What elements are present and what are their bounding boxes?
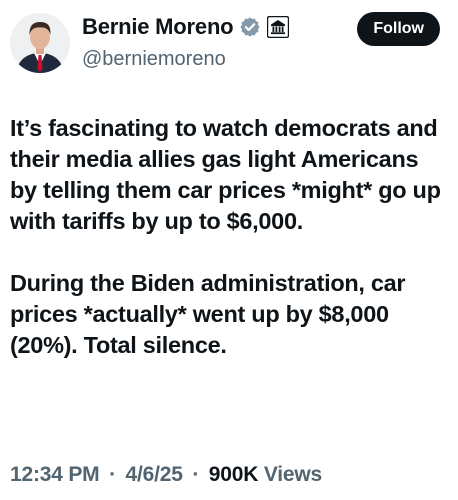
avatar-portrait-icon <box>10 13 70 73</box>
tweet-meta: 12:34 PM · 4/6/25 · 900K Views <box>10 463 322 487</box>
tweet-paragraph: It’s fascinating to watch democrats and … <box>10 115 441 234</box>
display-name[interactable]: Bernie Moreno <box>82 14 234 40</box>
tweet-header: Bernie Moreno @berniemoreno Follow <box>10 10 448 74</box>
views-label: Views <box>263 463 322 486</box>
tweet-time[interactable]: 12:34 PM <box>10 463 100 486</box>
follow-button[interactable]: Follow <box>357 12 440 46</box>
tweet-paragraph: During the Biden administration, car pri… <box>10 270 406 358</box>
views-count[interactable]: 900K <box>209 463 259 486</box>
verified-badge-icon[interactable] <box>239 16 261 38</box>
government-building-icon[interactable] <box>267 16 290 38</box>
tweet-date[interactable]: 4/6/25 <box>126 463 183 486</box>
meta-separator: · <box>192 463 200 486</box>
meta-separator: · <box>109 463 116 486</box>
name-row: Bernie Moreno <box>82 14 290 40</box>
tweet-text: It’s fascinating to watch democrats and … <box>10 113 450 361</box>
avatar[interactable] <box>10 13 70 73</box>
user-handle[interactable]: @berniemoreno <box>82 48 226 71</box>
